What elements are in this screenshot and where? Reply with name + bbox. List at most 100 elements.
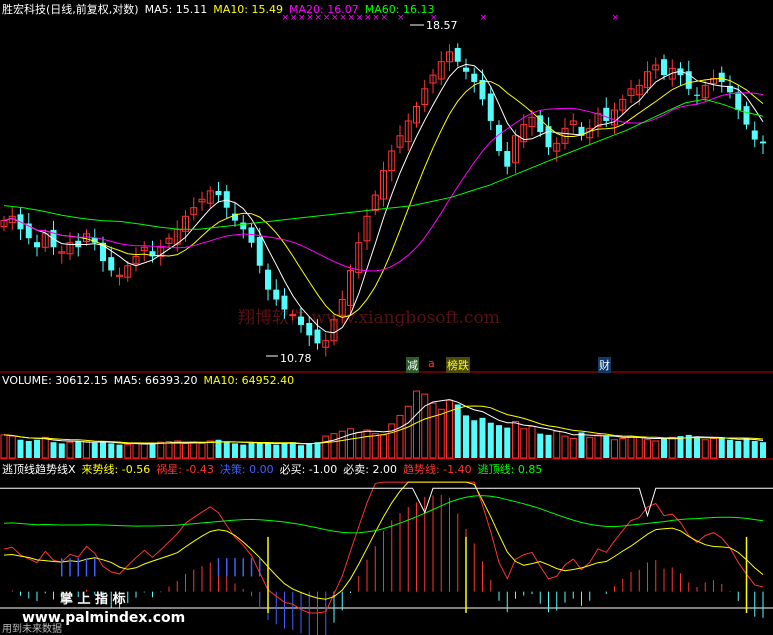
indicator-header: 逃顶线趋势线X 来势线: -0.56 祸星: -0.43 决策: 0.00 必买: -1… [2, 461, 548, 477]
candle-body [718, 72, 725, 82]
indicator-title: 逃顶线趋势线X [2, 463, 76, 476]
volume-bar [661, 438, 667, 458]
juece-value: 决策: 0.00 [219, 463, 274, 476]
volume-bar [100, 442, 106, 458]
volume-bar [8, 435, 16, 459]
volume-bar [421, 393, 429, 459]
candle-body [108, 257, 115, 271]
taoding-value: 逃顶线: 0.85 [477, 463, 543, 476]
volume-bar [718, 437, 725, 458]
volume-bar [165, 441, 173, 459]
volume-bar [50, 442, 57, 458]
signal-marker: × [480, 13, 488, 23]
signal-marker: × [612, 13, 620, 23]
volume-bar [108, 443, 115, 458]
volume-bar [281, 443, 288, 458]
candle-body [471, 73, 478, 82]
tag-small: a [428, 357, 435, 370]
volume-bar [487, 422, 494, 458]
candle-body [265, 269, 271, 290]
volume-bar [479, 417, 486, 458]
volume-bar [25, 440, 32, 458]
taoding-line [3, 495, 764, 534]
huoxing-value: 祸星: -0.43 [156, 463, 214, 476]
volume-bar [504, 427, 511, 458]
volume-bar [561, 435, 569, 459]
volume-bar [694, 437, 700, 458]
volume-bar [471, 420, 478, 458]
candle-body [463, 67, 469, 72]
candle-body [661, 59, 667, 76]
bimai2-value: 必卖: 2.00 [343, 463, 397, 476]
candle-body [314, 329, 321, 344]
volume-bar [396, 414, 404, 459]
volume-bar [232, 443, 238, 458]
volume-bar [256, 442, 263, 458]
price-title: 胜宏科技(日线,前复权,对数) [2, 3, 139, 16]
volume-bar [437, 408, 445, 459]
volume-bar [17, 439, 24, 458]
volume-bar [553, 430, 561, 459]
volume-bar [569, 438, 577, 459]
volume-bar [520, 428, 528, 459]
candle-body [281, 295, 288, 310]
volume-bar [132, 442, 140, 459]
volume-bar [603, 436, 610, 458]
candle-body [306, 322, 313, 336]
volume-bar [652, 440, 660, 459]
candle-body [751, 130, 758, 140]
ma20-value: MA20: 16.07 [289, 3, 359, 16]
ma10-value: MA10: 15.49 [213, 3, 284, 16]
volume-bar [58, 443, 65, 458]
volume-bar [611, 439, 618, 459]
ma5-value: MA5: 15.11 [144, 3, 208, 16]
volume-bar [463, 415, 469, 458]
volume-bar [537, 433, 544, 458]
volume-bar [735, 440, 742, 458]
candle-body [289, 314, 297, 317]
volume-bar [388, 423, 396, 459]
volume-bar [289, 442, 296, 458]
high-label: 18.57 [426, 19, 458, 32]
volume-bar [240, 444, 247, 458]
volume-bar [619, 438, 627, 459]
volume-bar [157, 441, 165, 459]
volume-bar [75, 440, 82, 458]
candle-body [735, 92, 742, 111]
volume-bar [322, 435, 330, 459]
volume-bar [265, 443, 271, 458]
stock-chart: 翔博软件 www.xiangbosoft.com × × × × × × × × × × × × × × ×… [0, 13, 773, 635]
volume-bar [0, 434, 8, 459]
volume-bar [338, 430, 346, 459]
volume-bar [586, 436, 594, 459]
volume-bar [760, 442, 766, 458]
volume-bar [198, 442, 206, 459]
volume-bar [190, 441, 198, 459]
volume-bar [34, 439, 40, 458]
volume-bar [701, 439, 709, 459]
volume-bar [124, 444, 132, 459]
watermark: 翔博软件 www.xiangbosoft.com [238, 308, 500, 328]
volume-bar [248, 442, 255, 458]
volume-bar [496, 425, 502, 458]
price-panel: × × × × × × × × × × × × × × × × × [0, 13, 766, 357]
tag-jian: 减 [406, 357, 419, 373]
candle-body [34, 242, 40, 248]
volume-bar [594, 434, 602, 459]
volume-bar [314, 442, 321, 458]
volume-bar [677, 436, 684, 458]
volume-bar [710, 438, 717, 459]
volume-bar [380, 434, 387, 459]
volume-bar [116, 444, 123, 458]
volume-bar [330, 433, 338, 459]
volume-title: VOLUME: 30612.15 [2, 374, 108, 387]
candle-body [487, 93, 494, 121]
volume-bar [363, 429, 371, 459]
volume-bar [83, 441, 90, 459]
volume-header: VOLUME: 30612.15 MA5: 66393.20 MA10: 64952… [2, 374, 300, 387]
candle-body [454, 47, 461, 62]
volume-bar [206, 440, 214, 459]
volume-bar [528, 425, 536, 459]
candle-body [760, 141, 766, 144]
bimai-value: 必买: -1.00 [279, 463, 338, 476]
